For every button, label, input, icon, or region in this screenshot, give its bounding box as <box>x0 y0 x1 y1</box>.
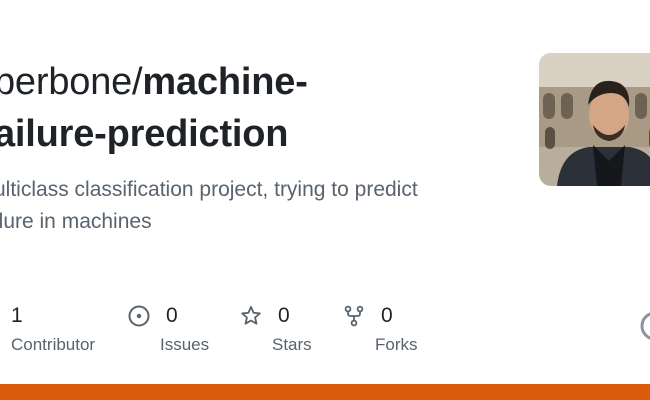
issues-stat[interactable]: 0 Issues <box>128 302 209 355</box>
forks-label: Forks <box>375 335 418 354</box>
repo-stats: 1 Contributor 0 Issues 0 Stars 0 Forks <box>0 302 650 362</box>
repo-forked-icon <box>343 305 365 327</box>
stars-stat[interactable]: 0 Stars <box>240 302 312 355</box>
social-preview-card: perbone/machine-ailure-prediction ulticl… <box>0 0 650 400</box>
repo-description-line-1: ulticlass classification project, trying… <box>0 178 418 201</box>
github-logo-icon <box>640 311 650 341</box>
contributors-count: 1 <box>11 304 23 327</box>
repo-name: machine- <box>142 61 308 103</box>
forks-stat[interactable]: 0 Forks <box>343 302 418 355</box>
issues-label: Issues <box>160 335 210 354</box>
issues-count: 0 <box>166 304 178 327</box>
contributors-stat[interactable]: 1 Contributor <box>11 302 95 355</box>
language-color-bar <box>0 384 650 400</box>
issue-opened-icon <box>128 305 150 327</box>
stars-label: Stars <box>272 335 312 354</box>
forks-count: 0 <box>381 304 393 327</box>
repo-description-line-2: ilure in machines <box>0 210 152 233</box>
owner-avatar[interactable] <box>539 53 650 186</box>
repo-title[interactable]: perbone/machine-ailure-prediction <box>0 56 514 160</box>
repo-owner: perbone/ <box>0 61 143 103</box>
contributors-label: Contributor <box>11 335 96 354</box>
star-icon <box>240 305 262 327</box>
repo-name-continued: ailure-prediction <box>0 113 289 155</box>
stars-count: 0 <box>278 304 290 327</box>
repo-description: ulticlass classification project, trying… <box>0 174 494 238</box>
